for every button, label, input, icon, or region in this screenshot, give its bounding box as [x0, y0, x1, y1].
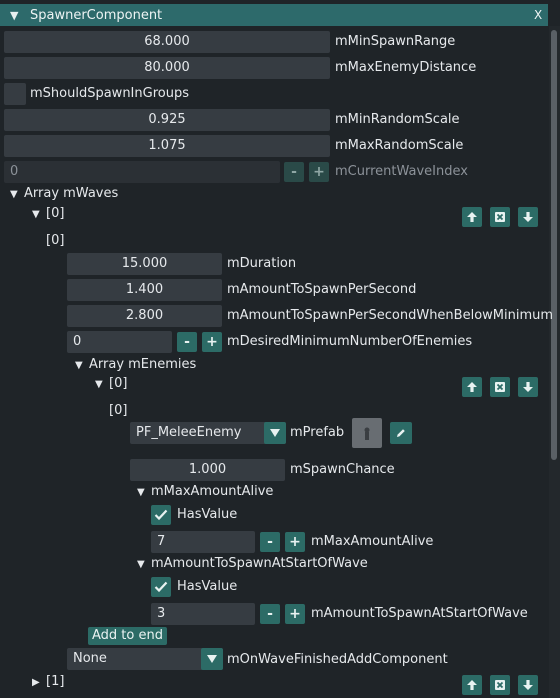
delete-icon	[495, 680, 505, 690]
at-start-has-value-label: HasValue	[177, 579, 238, 594]
scrollbar-thumb[interactable]	[551, 30, 557, 460]
min-spawn-range-label: mMinSpawnRange	[335, 34, 456, 49]
prefab-label: mPrefab	[290, 425, 345, 440]
expanded-arrow-icon[interactable]: ▼	[32, 206, 46, 224]
expanded-arrow-icon[interactable]: ▼	[137, 556, 151, 574]
enemy-0-inner-label: [0]	[109, 403, 128, 418]
desired-min-plus-button[interactable]: +	[202, 332, 222, 352]
min-random-scale-label: mMinRandomScale	[335, 112, 460, 127]
on-wave-finished-value: None	[73, 651, 107, 666]
prefab-thumbnail	[352, 418, 382, 448]
should-spawn-in-groups-label: mShouldSpawnInGroups	[30, 86, 189, 101]
at-start-label: mAmountToSpawnAtStartOfWave	[311, 606, 528, 621]
collapse-arrow-icon[interactable]: ▼	[10, 9, 24, 22]
amount-below-min-label: mAmountToSpawnPerSecondWhenBelowMinimum	[227, 308, 554, 323]
max-alive-group-label: mMaxAmountAlive	[151, 484, 274, 499]
move-up-button[interactable]	[462, 377, 482, 397]
max-alive-field[interactable]: 7	[151, 531, 255, 553]
move-up-button[interactable]	[462, 675, 482, 695]
at-start-has-value-checkbox[interactable]	[151, 577, 171, 597]
arrow-up-icon	[467, 680, 477, 690]
current-wave-index-minus-button[interactable]: -	[284, 162, 304, 182]
max-alive-minus-button[interactable]: -	[260, 532, 280, 552]
spawn-chance-field[interactable]: 1.000	[130, 459, 285, 481]
max-alive-label: mMaxAmountAlive	[311, 534, 434, 549]
enemy-0-node[interactable]: ▼ [0]	[95, 375, 127, 394]
remove-button[interactable]	[490, 675, 510, 695]
max-alive-has-value-checkbox[interactable]	[151, 505, 171, 525]
max-enemy-distance-field[interactable]: 80.000	[4, 57, 330, 79]
waves-array-label: Array mWaves	[24, 186, 119, 201]
current-wave-index-plus-button[interactable]: +	[309, 162, 329, 182]
collapsed-arrow-icon[interactable]: ▶	[32, 674, 46, 692]
remove-button[interactable]	[490, 207, 510, 227]
expanded-arrow-icon[interactable]: ▼	[10, 186, 24, 204]
max-alive-plus-button[interactable]: +	[285, 532, 305, 552]
current-wave-index-field: 0	[4, 161, 280, 183]
dropdown-arrow-icon[interactable]	[201, 648, 223, 670]
max-alive-has-value-label: HasValue	[177, 507, 238, 522]
wave-0-label: [0]	[46, 206, 65, 221]
delete-icon	[495, 212, 505, 222]
close-button[interactable]: X	[534, 4, 548, 26]
enemy-0-label: [0]	[109, 376, 128, 391]
desired-min-minus-button[interactable]: -	[177, 332, 197, 352]
min-spawn-range-field[interactable]: 68.000	[4, 31, 330, 53]
edit-prefab-button[interactable]	[390, 422, 412, 444]
expanded-arrow-icon[interactable]: ▼	[75, 357, 89, 375]
move-down-button[interactable]	[518, 675, 538, 695]
pencil-icon	[397, 429, 405, 437]
arrow-down-icon	[523, 382, 533, 392]
at-start-plus-button[interactable]: +	[285, 604, 305, 624]
amount-below-min-field[interactable]: 2.800	[67, 305, 222, 327]
remove-button[interactable]	[490, 377, 510, 397]
amount-per-second-label: mAmountToSpawnPerSecond	[227, 282, 417, 297]
min-random-scale-field[interactable]: 0.925	[4, 109, 330, 131]
current-wave-index-label: mCurrentWaveIndex	[335, 164, 468, 179]
add-to-end-button[interactable]: Add to end	[88, 627, 167, 645]
duration-field[interactable]: 15.000	[67, 253, 222, 275]
at-start-field[interactable]: 3	[151, 603, 255, 625]
waves-array-node[interactable]: ▼ Array mWaves	[10, 185, 118, 204]
wave-1-label: [1]	[46, 674, 65, 689]
spawn-chance-label: mSpawnChance	[290, 462, 395, 477]
delete-icon	[495, 382, 505, 392]
move-up-button[interactable]	[462, 207, 482, 227]
expanded-arrow-icon[interactable]: ▼	[95, 376, 109, 394]
wave-0-inner-label: [0]	[46, 233, 65, 248]
dropdown-arrow-icon[interactable]	[264, 422, 286, 444]
check-icon	[154, 509, 168, 521]
wave-1-node[interactable]: ▶ [1]	[32, 673, 64, 692]
arrow-up-icon	[467, 212, 477, 222]
amount-per-second-field[interactable]: 1.400	[67, 279, 222, 301]
move-down-button[interactable]	[518, 377, 538, 397]
max-random-scale-field[interactable]: 1.075	[4, 135, 330, 157]
desired-min-label: mDesiredMinimumNumberOfEnemies	[227, 334, 473, 349]
arrow-down-icon	[523, 680, 533, 690]
should-spawn-in-groups-checkbox[interactable]	[4, 83, 26, 105]
desired-min-field[interactable]: 0	[67, 331, 172, 353]
on-wave-finished-label: mOnWaveFinishedAddComponent	[227, 652, 448, 667]
expanded-arrow-icon[interactable]: ▼	[137, 484, 151, 502]
check-icon	[154, 581, 168, 593]
max-alive-node[interactable]: ▼ mMaxAmountAlive	[137, 483, 273, 502]
enemies-array-label: Array mEnemies	[89, 357, 197, 372]
wave-0-node[interactable]: ▼ [0]	[32, 205, 64, 224]
at-start-node[interactable]: ▼ mAmountToSpawnAtStartOfWave	[137, 555, 368, 574]
arrow-down-icon	[523, 212, 533, 222]
arrow-up-icon	[467, 382, 477, 392]
max-random-scale-label: mMaxRandomScale	[335, 138, 464, 153]
max-enemy-distance-label: mMaxEnemyDistance	[335, 60, 477, 75]
prefab-value: PF_MeleeEnemy	[136, 425, 242, 440]
duration-label: mDuration	[227, 256, 297, 271]
on-wave-finished-combo[interactable]: None	[67, 648, 223, 670]
component-header[interactable]: ▼ SpawnerComponent X	[0, 4, 548, 26]
move-down-button[interactable]	[518, 207, 538, 227]
component-title: SpawnerComponent	[30, 7, 163, 23]
enemies-array-node[interactable]: ▼ Array mEnemies	[75, 356, 196, 375]
at-start-minus-button[interactable]: -	[260, 604, 280, 624]
prefab-combo[interactable]: PF_MeleeEnemy	[130, 422, 286, 444]
at-start-group-label: mAmountToSpawnAtStartOfWave	[151, 556, 368, 571]
